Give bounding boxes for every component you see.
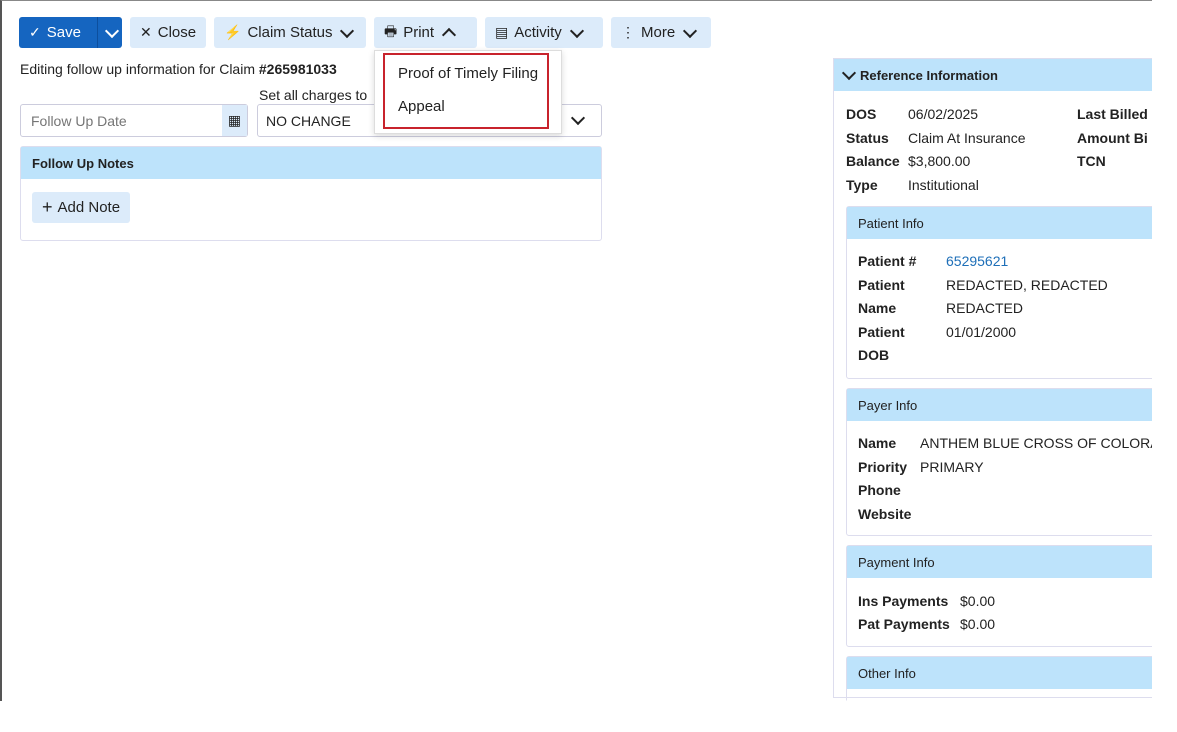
chevron-down-icon (569, 23, 584, 38)
calendar-icon[interactable]: ▦ (222, 105, 247, 136)
patient-name-value-line1: REDACTED, REDACTED (946, 277, 1108, 293)
patient-dob-label-line1: Patient (858, 324, 905, 340)
chevron-down-icon (841, 65, 857, 81)
reference-header[interactable]: Reference Information (834, 59, 1152, 91)
notes-header: Follow Up Notes (21, 147, 601, 179)
patient-dob-label-line2: DOB (858, 347, 890, 363)
chevron-up-icon (441, 27, 457, 42)
document-icon: ▤ (495, 24, 509, 40)
chevron-down-icon (570, 110, 586, 126)
claim-status-button[interactable]: ⚡ Claim Status (214, 17, 366, 48)
close-button[interactable]: ✕ Close (130, 17, 206, 48)
activity-button[interactable]: ▤ Activity (485, 17, 603, 48)
phone-label: Phone (858, 482, 901, 498)
highlight-box (383, 53, 549, 129)
type-value: Institutional (908, 177, 979, 193)
website-label: Website (858, 506, 912, 522)
payment-info-header: Payment Info (847, 546, 1152, 578)
claim-status-label: Claim Status (247, 24, 333, 41)
pat-payments-value: $0.00 (960, 616, 996, 632)
torn-edge-right (1147, 0, 1177, 732)
check-icon: ✓ (29, 24, 41, 40)
save-button[interactable]: ✓ Save (19, 17, 122, 48)
set-charges-value: NO CHANGE (266, 112, 351, 129)
payment-info-panel: Payment Info Ins Payments $0.00 Pat Paym… (846, 545, 1152, 647)
print-label: Print (403, 24, 435, 41)
save-dropdown-toggle[interactable] (96, 17, 122, 48)
chevron-down-icon (683, 23, 698, 38)
chevron-down-icon (104, 23, 120, 38)
reference-panel: Reference Information DOS 06/02/2025 Sta… (833, 58, 1152, 701)
patient-number-link[interactable]: 65295621 (946, 253, 1008, 269)
follow-up-date-input[interactable] (21, 105, 222, 136)
payer-info-header: Payer Info (847, 389, 1152, 421)
plus-icon: + (42, 197, 53, 217)
dos-label: DOS (846, 106, 877, 122)
type-label: Type (846, 177, 878, 193)
follow-up-notes-panel: Follow Up Notes + Add Note (20, 146, 602, 241)
more-button[interactable]: ⋮ More (611, 17, 711, 48)
last-billed-label: Last Billed (1077, 106, 1148, 122)
print-button[interactable]: 🖶 Print (374, 17, 477, 48)
priority-label: Priority (858, 459, 908, 475)
close-label: Close (157, 24, 197, 41)
follow-up-date-field[interactable]: ▦ (20, 104, 248, 137)
ins-payments-value: $0.00 (960, 593, 996, 609)
payer-name-label: Name (858, 435, 897, 451)
patient-number-label: Patient # (858, 253, 917, 269)
close-icon: ✕ (140, 24, 152, 40)
reference-title: Reference Information (860, 67, 998, 83)
dos-value: 06/02/2025 (908, 106, 979, 122)
app-window: ✓ Save ✕ Close ⚡ Claim Status 🖶 Print ▤ Activ… (0, 0, 1152, 701)
claim-number: #265981033 (258, 61, 337, 77)
amount-billed-label: Amount Bi (1077, 130, 1148, 146)
other-info-header: Other Info (847, 657, 1152, 689)
payer-name-value: ANTHEM BLUE CROSS OF COLORAD (920, 435, 1152, 451)
set-charges-label: Set all charges to (259, 87, 368, 103)
ins-payments-label: Ins Payments (858, 593, 949, 609)
save-label: Save (46, 24, 81, 41)
patient-info-panel: Patient Info Patient # 65295621 Patient … (846, 206, 1152, 379)
balance-value: $3,800.00 (908, 153, 971, 169)
patient-name-label-line2: Name (858, 300, 897, 316)
patient-dob-value: 01/01/2000 (946, 324, 1017, 340)
lightning-icon: ⚡ (224, 24, 242, 40)
patient-info-header: Patient Info (847, 207, 1152, 239)
priority-value: PRIMARY (920, 459, 984, 475)
tcn-label: TCN (1077, 153, 1106, 169)
add-note-label: Add Note (57, 199, 121, 216)
status-value: Claim At Insurance (908, 130, 1026, 146)
editing-prefix: Editing follow up information for Claim (20, 61, 259, 77)
add-note-button[interactable]: + Add Note (32, 192, 131, 223)
activity-label: Activity (514, 24, 562, 41)
editing-caption: Editing follow up information for Claim … (20, 61, 337, 77)
more-label: More (641, 24, 676, 41)
patient-name-label-line1: Patient (858, 277, 905, 293)
printer-icon: 🖶 (384, 22, 398, 39)
status-label: Status (846, 130, 889, 146)
torn-edge-bottom (0, 698, 1177, 732)
pat-payments-label: Pat Payments (858, 616, 950, 632)
patient-name-value-line2: REDACTED (946, 300, 1024, 316)
payer-info-panel: Payer Info Name ANTHEM BLUE CROSS OF COL… (846, 388, 1152, 536)
balance-label: Balance (846, 153, 900, 169)
vertical-ellipsis-icon: ⋮ (621, 24, 635, 40)
chevron-down-icon (340, 23, 355, 38)
